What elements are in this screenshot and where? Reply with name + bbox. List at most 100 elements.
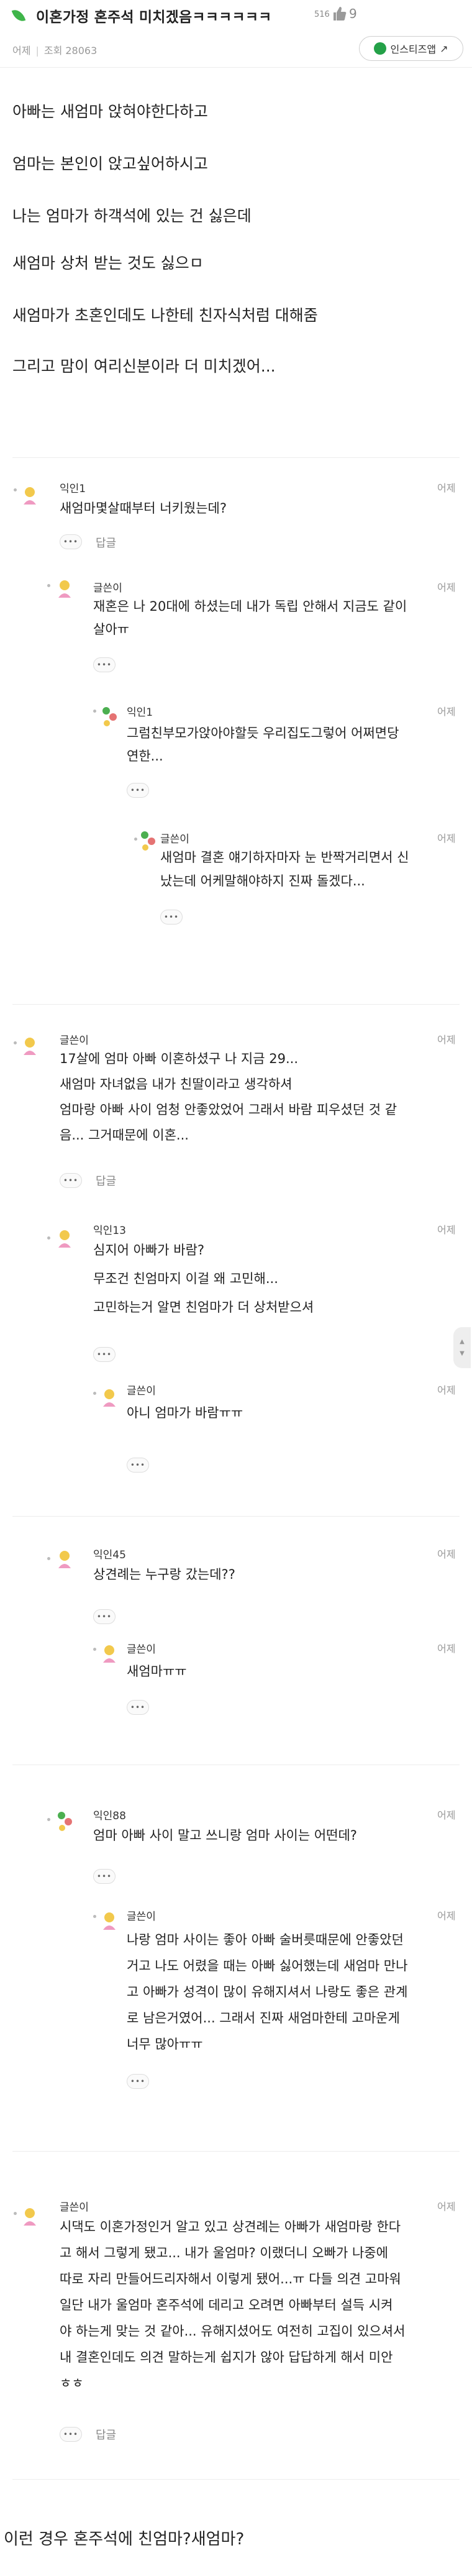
more-button[interactable]: •••	[127, 1458, 149, 1473]
avatar	[24, 487, 36, 505]
comment-text: 새엄마몇살때부터 너키웠는데?	[60, 501, 227, 516]
comment-text: 내 결혼인데도 의견 말하는게 쉽지가 않아 답답하게 해서 미안	[60, 2350, 393, 2365]
comment-text: 나랑 엄마 사이는 좋아 아빠 술버릇때문에 안좋았던	[127, 1932, 404, 1947]
comment-time: 어제	[437, 1643, 456, 1655]
more-button[interactable]: •••	[93, 1347, 116, 1362]
comment-text: 심지어 아빠가 바람?	[93, 1243, 205, 1258]
bullet	[47, 1818, 50, 1821]
comment-text: ㅎㅎ	[60, 2376, 84, 2391]
more-button[interactable]: •••	[127, 1700, 149, 1715]
bullet	[47, 584, 50, 587]
comment-text: 무조건 친엄마지 이걸 왜 고민해...	[93, 1271, 278, 1286]
comment-text: 살아ㅠ	[93, 622, 129, 637]
app-logo-icon	[374, 42, 387, 55]
comment-time: 어제	[437, 1224, 456, 1236]
reply-button[interactable]: 답글	[96, 1172, 116, 1189]
more-button[interactable]: •••	[93, 1609, 116, 1624]
comment-time: 어제	[437, 2201, 456, 2213]
bullet	[93, 1915, 96, 1918]
comment-text: 음... 그거때문에 이혼...	[60, 1128, 189, 1143]
external-link-icon: ↗	[440, 42, 448, 55]
more-button[interactable]: •••	[160, 910, 183, 925]
comment-author: 글쓴이	[60, 2201, 89, 2214]
bullet	[93, 710, 96, 713]
thumbs-up-icon[interactable]	[332, 6, 347, 22]
post-body-line: 그리고 맘이 여리신분이라 더 미치겠어...	[12, 357, 276, 375]
comment-author: 익인45	[93, 1549, 126, 1561]
section-divider	[12, 2479, 460, 2480]
avatar	[102, 707, 117, 726]
reply-button[interactable]: 답글	[96, 534, 116, 550]
comment-text: 고 아빠가 성격이 많이 유해지셔서 나랑도 좋은 관계	[127, 1985, 408, 1999]
avatar	[103, 1389, 116, 1407]
more-button[interactable]: •••	[60, 534, 82, 549]
comment-author: 글쓴이	[160, 833, 189, 846]
post-page: 이혼가정 혼주석 미치겠음ㅋㅋㅋㅋㅋㅋ 516 9 어제 | 조회 28063 인스…	[0, 0, 472, 2576]
bullet	[14, 1041, 17, 1044]
avatar	[58, 1551, 71, 1568]
comment-time: 어제	[437, 1034, 456, 1046]
comment-author: 글쓴이	[127, 1643, 156, 1656]
comment-text: 로 남은거였어... 그래서 진짜 새엄마한테 고마운게	[127, 2011, 400, 2026]
bullet	[134, 838, 137, 841]
comment-author: 익인88	[93, 1810, 126, 1822]
more-button[interactable]: •••	[93, 1869, 116, 1884]
post-body-line: 새엄마가 초혼인데도 나한테 친자식처럼 대해줌	[12, 306, 318, 324]
avatar	[24, 2208, 36, 2226]
comment-text: 엄마랑 아빠 사이 엄청 안좋았었어 그래서 바람 피우셨던 것 같	[60, 1102, 397, 1117]
footer-question: 이런 경우 혼주석에 친엄마?새엄마?	[4, 2530, 245, 2549]
comment-text: 아니 엄마가 바람ㅠㅠ	[127, 1405, 243, 1420]
view-badge: 516	[314, 10, 330, 19]
more-button[interactable]: •••	[60, 2427, 82, 2442]
comment-text: 그럼친부모가앉아야할듯 우리집도그렇어 어쩌면당	[127, 726, 399, 741]
post-body-line: 엄마는 본인이 앉고싶어하시고	[12, 155, 208, 173]
bullet	[14, 488, 17, 491]
more-button[interactable]: •••	[60, 1173, 82, 1188]
comment-text: 야 하는게 맞는 것 같아... 유해지셨어도 여전히 고집이 있으셔서	[60, 2324, 406, 2339]
avatar	[103, 1645, 116, 1663]
more-button[interactable]: •••	[127, 2074, 149, 2089]
comment-text: 일단 내가 울엄마 혼주석에 데리고 오려면 아빠부터 설득 시켜	[60, 2298, 393, 2313]
instiz-app-button[interactable]: 인스티즈앱 ↗	[359, 36, 463, 61]
section-divider	[12, 457, 460, 458]
post-title: 이혼가정 혼주석 미치겠음ㅋㅋㅋㅋㅋㅋ	[36, 9, 272, 25]
chevron-down-icon: ▼	[460, 1350, 465, 1357]
leaf-icon	[11, 7, 26, 24]
avatar	[58, 580, 71, 598]
view-count: 조회 28063	[43, 45, 98, 57]
avatar	[58, 1230, 71, 1248]
comment-text: 거고 나도 어렸을 때는 아빠 싫어했는데 새엄마 만나	[127, 1958, 408, 1973]
avatar	[103, 1912, 116, 1930]
more-button[interactable]: •••	[127, 783, 149, 798]
comment-author: 익인1	[60, 483, 86, 495]
bullet	[47, 1236, 50, 1240]
comment-text: 새엄마 자녀없음 내가 친딸이라고 생각하셔	[60, 1077, 293, 1092]
comment-text: 엄마 아빠 사이 말고 쓰니랑 엄마 사이는 어떤데?	[93, 1828, 357, 1843]
comment-time: 어제	[437, 1910, 456, 1922]
comment-time: 어제	[437, 1809, 456, 1821]
comment-author: 글쓴이	[127, 1911, 156, 1923]
post-body-line: 나는 엄마가 하객석에 있는 건 싫은데	[12, 207, 252, 225]
post-body-line: 새엄마 상처 받는 것도 싫으ㅁ	[12, 254, 204, 272]
reply-button[interactable]: 답글	[96, 2426, 116, 2442]
comment-author: 글쓴이	[127, 1385, 156, 1397]
section-divider	[12, 2151, 460, 2152]
comment-text: 상견례는 누구랑 갔는데??	[93, 1567, 235, 1582]
scroll-handle[interactable]: ▲ ▼	[453, 1327, 471, 1368]
comment-text: 났는데 어케말해야하지 진짜 돌겠다...	[160, 874, 365, 888]
comment-author: 익인13	[93, 1225, 126, 1237]
comment-text: 너무 많아ㅠㅠ	[127, 2037, 203, 2052]
comment-text: 재혼은 나 20대에 하셨는데 내가 독립 안해서 지금도 같이	[93, 599, 407, 614]
comment-time: 어제	[437, 1548, 456, 1560]
chevron-up-icon: ▲	[460, 1338, 465, 1345]
bullet	[14, 2212, 17, 2215]
comment-text: 새엄마ㅠㅠ	[127, 1664, 187, 1679]
more-button[interactable]: •••	[93, 657, 116, 672]
bullet	[93, 1392, 96, 1395]
avatar	[141, 831, 155, 851]
section-divider	[12, 1004, 460, 1005]
bullet	[93, 1648, 96, 1651]
comment-time: 어제	[437, 482, 456, 494]
section-divider	[12, 1516, 460, 1517]
bullet	[47, 1557, 50, 1560]
